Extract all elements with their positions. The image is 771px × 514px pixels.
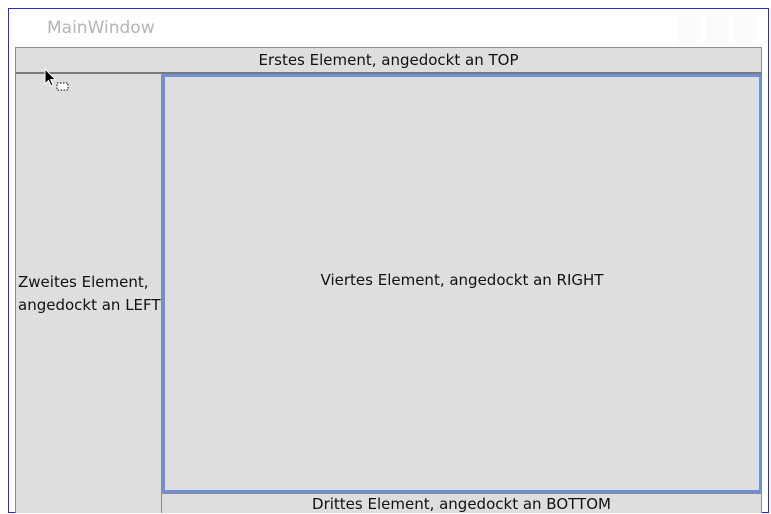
dock-left-element[interactable]: Zweites Element, angedockt an LEFT	[15, 74, 162, 513]
dock-left-label-line1: Zweites Element,	[18, 273, 149, 291]
dock-right-element-selected[interactable]: Viertes Element, angedockt an RIGHT	[162, 74, 762, 493]
maximize-button[interactable]	[705, 16, 729, 43]
title-bar[interactable]: MainWindow	[9, 9, 768, 47]
close-button[interactable]	[733, 16, 757, 43]
dock-left-label-line2: angedockt an LEFT	[18, 296, 161, 314]
arrow-drag-copy-cursor-icon	[44, 68, 69, 91]
dock-bottom-label: Drittes Element, angedockt an BOTTOM	[312, 495, 611, 513]
minimize-button[interactable]	[677, 16, 701, 43]
dock-top-element[interactable]: Erstes Element, angedockt an TOP	[15, 47, 762, 74]
window-title: MainWindow	[47, 18, 155, 38]
dock-panel: Erstes Element, angedockt an TOP Zweites…	[15, 47, 762, 513]
main-window: MainWindow Erstes Element, angedockt an …	[8, 8, 769, 513]
dock-left-label: Zweites Element, angedockt an LEFT	[18, 271, 168, 317]
dock-bottom-element[interactable]: Drittes Element, angedockt an BOTTOM	[162, 493, 762, 513]
dock-right-label: Viertes Element, angedockt an RIGHT	[320, 271, 604, 289]
dock-top-label: Erstes Element, angedockt an TOP	[258, 51, 519, 69]
